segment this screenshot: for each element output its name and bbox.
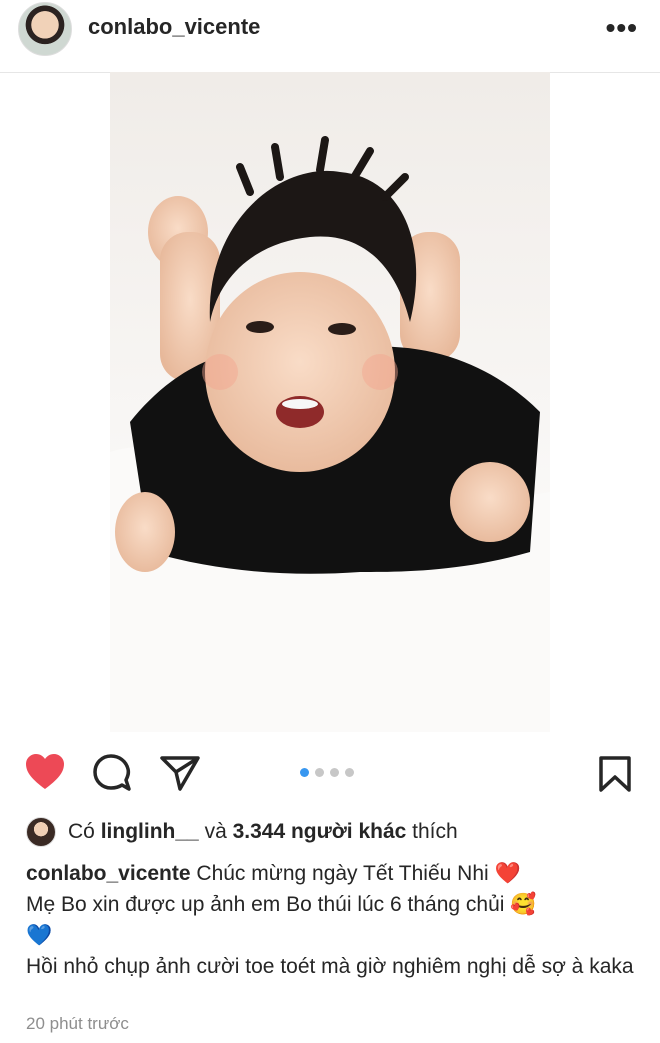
caption-line-2: Mẹ Bo xin được up ảnh em Bo thúi lúc 6 t… [26,893,537,916]
caption-line-4: Hồi nhỏ chụp ảnh cười toe toét mà giờ ng… [26,955,634,978]
action-bar [0,752,660,796]
liker-username[interactable]: linglinh__ [101,820,199,844]
liker-avatar [26,817,56,847]
likes-suffix: thích [412,820,458,843]
carousel-dot [315,768,324,777]
bookmark-icon[interactable] [598,755,632,798]
carousel-dot [330,768,339,777]
caption-text-1: Chúc mừng ngày Tết Thiếu Nhi ❤️ [196,862,521,885]
caption-line-3: 💙 [26,924,53,947]
likes-prefix: Có [68,820,95,843]
likes-count[interactable]: 3.344 người khác [233,820,407,844]
caption-username[interactable]: conlabo_vicente [26,862,191,885]
profile-avatar[interactable] [18,2,72,56]
caption-line-1: conlabo_vicente Chúc mừng ngày Tết Thiếu… [26,858,636,889]
like-heart-icon[interactable] [24,752,66,797]
post-header: conlabo_vicente ••• [0,0,660,73]
likes-summary[interactable]: Có linglinh__ và 3.344 người khác thích [26,815,458,849]
share-send-icon[interactable] [160,755,200,796]
carousel-indicator [300,768,354,777]
more-options-icon[interactable]: ••• [606,12,638,44]
post-username[interactable]: conlabo_vicente [88,14,260,40]
post-timestamp: 20 phút trước [26,1014,129,1033]
carousel-dot [345,768,354,777]
comment-icon[interactable] [93,754,131,797]
baby-photo-illustration [110,72,550,732]
carousel-dot-active [300,768,309,777]
post-caption: conlabo_vicente Chúc mừng ngày Tết Thiếu… [26,858,636,982]
post-photo[interactable] [110,72,550,732]
likes-middle: và [204,820,227,843]
